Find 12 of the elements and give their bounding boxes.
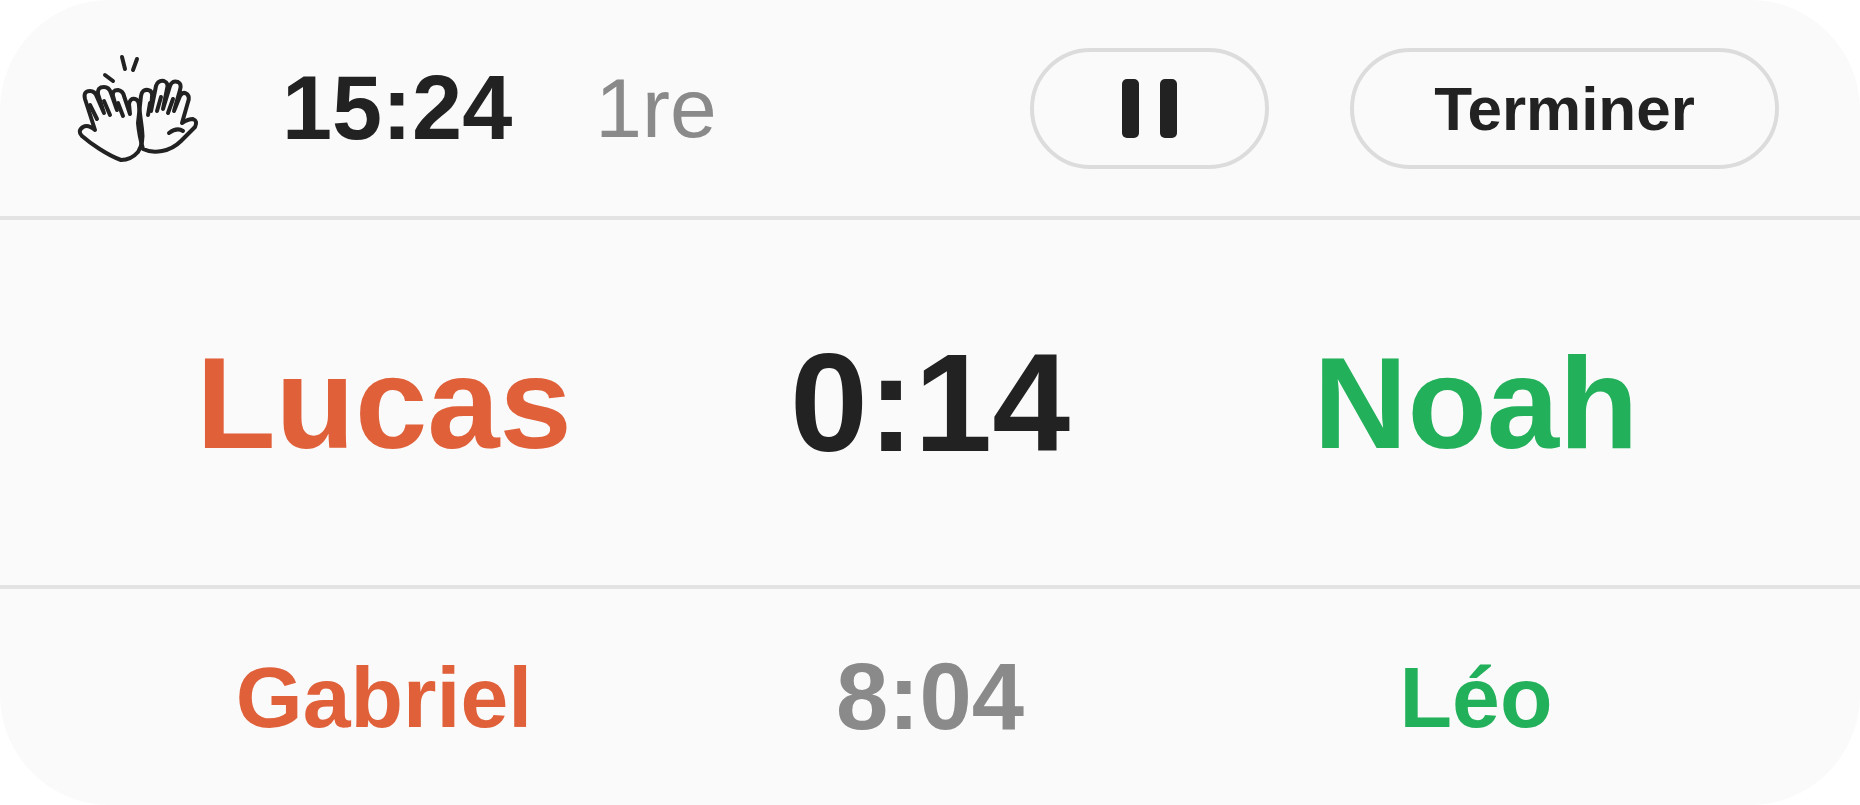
hands-icon (77, 53, 199, 163)
clock-time: 15:24 (282, 63, 513, 153)
match-timer: 8:04 (835, 650, 1025, 744)
player-name: Noah (1313, 337, 1639, 468)
match-timer: 0:14 (789, 332, 1071, 473)
player-name: Lucas (196, 337, 572, 468)
period-label: 1re (595, 66, 717, 150)
player-name: Léo (1399, 654, 1553, 740)
pause-icon (1122, 78, 1177, 138)
player-name: Gabriel (235, 654, 533, 740)
end-button[interactable]: Terminer (1350, 47, 1779, 169)
pause-button[interactable] (1030, 47, 1269, 169)
